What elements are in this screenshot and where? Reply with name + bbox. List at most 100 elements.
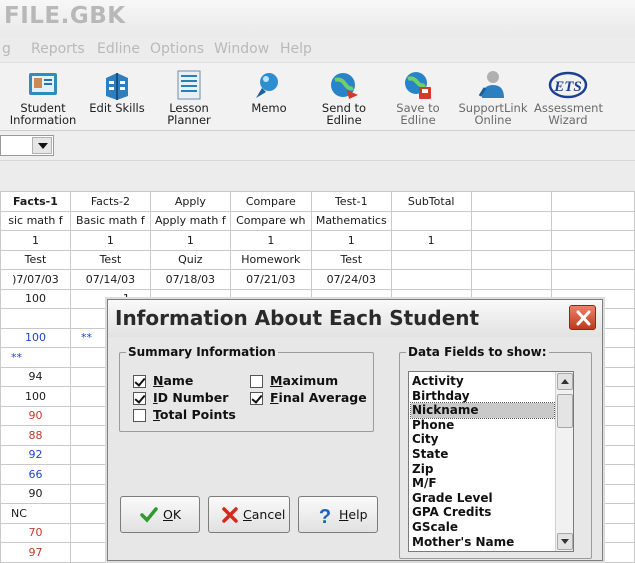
menu-item-help[interactable]: Help xyxy=(280,41,312,57)
supportlink-online-button[interactable]: SupportLink Online xyxy=(456,65,530,129)
grid-cell[interactable]: 07/14/03 xyxy=(69,269,151,290)
grid-cell[interactable]: 07/21/03 xyxy=(229,269,312,290)
edit-skills-button[interactable]: Edit Skills xyxy=(84,65,150,129)
grid-cell[interactable]: 100 xyxy=(0,386,71,407)
scroll-up-icon[interactable] xyxy=(557,373,573,390)
grid-cell[interactable]: Test xyxy=(310,249,392,270)
list-item[interactable]: Grade Level xyxy=(411,491,554,506)
grid-cell[interactable]: Apply xyxy=(149,191,231,212)
cancel-button[interactable]: Cancel xyxy=(208,496,290,533)
student-info-dialog: Information About Each Student Summary I… xyxy=(107,299,603,561)
list-item[interactable]: M/F xyxy=(411,476,554,491)
grid-cell[interactable] xyxy=(390,269,472,290)
grid-cell[interactable]: Compare xyxy=(229,191,312,212)
grid-cell[interactable]: 70 xyxy=(0,522,71,543)
send-to-edline-icon xyxy=(331,73,358,99)
list-item[interactable]: State xyxy=(411,447,554,462)
grid-cell[interactable]: 97 xyxy=(0,542,71,563)
scroll-thumb[interactable] xyxy=(557,394,573,428)
assessment-wizard-button[interactable]: ETS Assessment Wizard xyxy=(534,65,603,129)
grid-cell[interactable] xyxy=(470,230,553,251)
grid-cell[interactable]: 66 xyxy=(0,464,71,485)
scroll-down-icon[interactable] xyxy=(557,533,573,550)
svg-text:ETS: ETS xyxy=(553,79,582,95)
grid-cell[interactable] xyxy=(551,249,635,270)
grid-cell[interactable]: Homework xyxy=(229,249,312,270)
list-item[interactable]: Mother's Name xyxy=(411,535,554,550)
list-item[interactable]: Phone xyxy=(411,418,554,433)
chevron-down-icon[interactable] xyxy=(32,137,52,154)
grid-cell[interactable]: Apply math f xyxy=(149,210,231,231)
grid-cell[interactable]: 100 xyxy=(0,288,71,309)
grid-cell[interactable]: Mathematics xyxy=(310,210,392,231)
list-item[interactable]: City xyxy=(411,432,554,447)
grid-cell[interactable]: sic math f xyxy=(0,210,71,231)
help-button[interactable]: ? Help xyxy=(298,496,378,533)
grid-cell[interactable]: )7/07/03 xyxy=(0,269,71,290)
menu-item-reports[interactable]: Reports xyxy=(31,41,85,57)
menu-item-window[interactable]: Window xyxy=(214,41,269,57)
ok-button[interactable]: OK xyxy=(120,496,200,533)
list-item[interactable]: GScale xyxy=(411,520,554,535)
grid-cell[interactable]: Facts-1 xyxy=(0,191,71,212)
grid-cell[interactable] xyxy=(470,269,553,290)
grid-cell[interactable]: 07/18/03 xyxy=(149,269,231,290)
grid-cell[interactable]: Test-1 xyxy=(310,191,392,212)
class-selector-combo[interactable] xyxy=(0,135,54,156)
grid-cell[interactable]: NC xyxy=(0,503,71,524)
grid-cell[interactable]: 1 xyxy=(0,230,71,251)
checkbox-box xyxy=(133,409,146,422)
grid-cell[interactable]: 1 xyxy=(69,230,151,251)
save-to-edline-button[interactable]: Save to Edline xyxy=(388,65,448,129)
grid-cell[interactable] xyxy=(551,269,635,290)
grid-cell[interactable]: ** xyxy=(0,347,71,368)
list-item[interactable]: Zip xyxy=(411,462,554,477)
lesson-planner-button[interactable]: Lesson Planner xyxy=(160,65,218,129)
grid-cell[interactable] xyxy=(470,191,553,212)
grid-cell[interactable] xyxy=(551,210,635,231)
close-button[interactable] xyxy=(569,305,596,330)
ok-label: OK xyxy=(163,507,182,522)
grid-cell[interactable]: 94 xyxy=(0,366,71,387)
grid-cell[interactable]: Facts-2 xyxy=(69,191,151,212)
menu-item-options[interactable]: Options xyxy=(150,41,204,57)
grid-cell[interactable]: 100 xyxy=(0,327,71,348)
grid-cell[interactable]: 1 xyxy=(149,230,231,251)
help-label: Help xyxy=(339,507,368,522)
grid-cell[interactable]: Quiz xyxy=(149,249,231,270)
grid-cell[interactable]: 1 xyxy=(390,230,472,251)
grid-cell[interactable]: 1 xyxy=(229,230,312,251)
menu-item-file[interactable]: g xyxy=(2,41,11,57)
grid-cell[interactable]: Test xyxy=(69,249,151,270)
grid-cell[interactable] xyxy=(390,249,472,270)
grid-cell[interactable] xyxy=(390,210,472,231)
grid-cell[interactable]: 88 xyxy=(0,425,71,446)
listbox-scrollbar[interactable] xyxy=(555,372,573,551)
toolbar-label: Memo xyxy=(251,101,287,115)
grid-cell[interactable] xyxy=(551,230,635,251)
grid-cell[interactable]: 07/24/03 xyxy=(310,269,392,290)
list-item[interactable]: Activity xyxy=(411,374,554,389)
grid-cell[interactable]: SubTotal xyxy=(390,191,472,212)
grid-cell[interactable]: 90 xyxy=(0,483,71,504)
grid-cell[interactable] xyxy=(0,308,71,329)
student-information-icon xyxy=(29,73,57,95)
grid-cell[interactable] xyxy=(551,191,635,212)
data-fields-listbox[interactable]: Activity Birthday Nickname Phone City State Zi… xyxy=(408,371,574,552)
grid-cell[interactable]: Test xyxy=(0,249,71,270)
grid-cell[interactable]: Basic math f xyxy=(69,210,151,231)
grid-cell[interactable]: Compare wh xyxy=(229,210,312,231)
list-item[interactable]: Birthday xyxy=(411,389,554,404)
memo-button[interactable]: Memo xyxy=(240,65,298,129)
grid-cell[interactable] xyxy=(470,249,553,270)
grid-cell[interactable]: 1 xyxy=(310,230,392,251)
grid-cell[interactable]: 90 xyxy=(0,405,71,426)
student-information-button[interactable]: Student Information xyxy=(6,65,80,129)
menu-bar: g Reports Edline Options Window Help xyxy=(0,37,635,63)
grid-cell[interactable]: 92 xyxy=(0,444,71,465)
list-item[interactable]: GPA Credits xyxy=(411,505,554,520)
menu-item-edline[interactable]: Edline xyxy=(97,41,140,57)
grid-cell[interactable] xyxy=(470,210,553,231)
send-to-edline-button[interactable]: Send to Edline xyxy=(314,65,374,129)
list-item[interactable]: Nickname xyxy=(410,402,555,419)
